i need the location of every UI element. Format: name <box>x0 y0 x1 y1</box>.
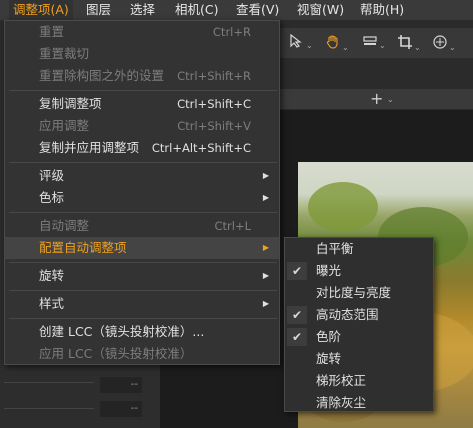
menu-item-label: 色标 <box>39 190 65 205</box>
submenu-item-label: 清除灰尘 <box>316 395 367 410</box>
menu-select[interactable]: 选择 <box>130 0 155 20</box>
menu-item-rating[interactable]: 评级 ▶ <box>5 165 279 187</box>
auto-adjust-submenu: 白平衡 ✔ 曝光 对比度与亮度 ✔ 高动态范围 ✔ 色阶 旋转 梯形校正 清除灰… <box>284 237 434 412</box>
menu-window[interactable]: 视窗(W) <box>297 0 344 20</box>
menu-item-label: 自动调整 <box>39 218 90 233</box>
menu-view[interactable]: 查看(V) <box>236 0 279 20</box>
submenu-item-levels[interactable]: ✔ 色阶 <box>285 326 433 348</box>
submenu-item-keystone[interactable]: 梯形校正 <box>285 370 433 392</box>
menu-item-label: 重置 <box>39 24 65 39</box>
menu-item-label: 复制调整项 <box>39 96 102 111</box>
menu-bar: 调整项(A) 图层 选择 相机(C) 查看(V) 视窗(W) 帮助(H) <box>0 0 473 20</box>
submenu-item-label: 色阶 <box>316 329 342 344</box>
menu-item-reset-crop[interactable]: 重置裁切 <box>5 43 279 65</box>
submenu-arrow-icon: ▶ <box>262 193 269 202</box>
submenu-item-label: 对比度与亮度 <box>316 285 392 300</box>
menu-item-label: 评级 <box>39 168 65 183</box>
value-field[interactable]: -- <box>100 401 142 417</box>
menu-item-label: 重置裁切 <box>39 46 90 61</box>
submenu-item-rotate[interactable]: 旋转 <box>285 348 433 370</box>
chevron-down-icon[interactable]: ⌄ <box>387 95 394 104</box>
menu-item-style[interactable]: 样式 ▶ <box>5 293 279 315</box>
menu-camera[interactable]: 相机(C) <box>175 0 218 20</box>
menu-item-reset[interactable]: 重置 Ctrl+R <box>5 21 279 43</box>
submenu-arrow-icon: ▶ <box>262 243 269 252</box>
menu-layers[interactable]: 图层 <box>86 0 111 20</box>
menu-item-shortcut: Ctrl+L <box>214 219 251 233</box>
level-tool-icon[interactable]: ⌄ <box>362 34 386 52</box>
hand-pan-icon[interactable]: ⌄ <box>325 34 349 54</box>
menu-item-label: 旋转 <box>39 268 65 283</box>
menu-item-configure-auto-adjust[interactable]: 配置自动调整项 ▶ <box>5 237 279 259</box>
menu-item-label: 创建 LCC（镜头投射校准）... <box>39 324 205 339</box>
menu-separator <box>9 318 277 319</box>
menu-item-shortcut: Ctrl+Alt+Shift+C <box>151 141 251 155</box>
menu-item-auto-adjust[interactable]: 自动调整 Ctrl+L <box>5 215 279 237</box>
submenu-item-contrast-brightness[interactable]: 对比度与亮度 <box>285 282 433 304</box>
menu-item-label: 样式 <box>39 296 65 311</box>
add-layer-row: + ⌄ <box>270 89 473 109</box>
menu-item-apply-lcc[interactable]: 应用 LCC（镜头投射校准） <box>5 343 279 365</box>
slider-track[interactable] <box>4 408 94 409</box>
submenu-item-label: 曝光 <box>316 263 342 278</box>
submenu-arrow-icon: ▶ <box>262 271 269 280</box>
submenu-arrow-icon: ▶ <box>262 299 269 308</box>
rotate-icon[interactable]: ⌄ <box>432 34 456 54</box>
add-icon[interactable]: + <box>370 89 383 109</box>
submenu-item-hdr[interactable]: ✔ 高动态范围 <box>285 304 433 326</box>
menu-item-shortcut: Ctrl+Shift+R <box>177 69 251 83</box>
checkmark-icon: ✔ <box>287 328 307 346</box>
submenu-item-exposure[interactable]: ✔ 曝光 <box>285 260 433 282</box>
menu-item-reset-except-composition[interactable]: 重置除构图之外的设置 Ctrl+Shift+R <box>5 65 279 87</box>
menu-item-label: 复制并应用调整项 <box>39 140 140 155</box>
menu-separator <box>9 262 277 263</box>
menu-item-color-label[interactable]: 色标 ▶ <box>5 187 279 209</box>
menu-item-shortcut: Ctrl+R <box>212 25 251 39</box>
menu-item-create-lcc[interactable]: 创建 LCC（镜头投射校准）... <box>5 321 279 343</box>
checkmark-icon: ✔ <box>287 306 307 324</box>
menu-item-apply-adjustments[interactable]: 应用调整 Ctrl+Shift+V <box>5 115 279 137</box>
menu-item-label: 应用调整 <box>39 118 90 133</box>
menu-adjustments[interactable]: 调整项(A) <box>9 0 73 20</box>
menu-item-label: 配置自动调整项 <box>39 240 127 255</box>
menu-separator <box>9 212 277 213</box>
menu-item-rotate[interactable]: 旋转 ▶ <box>5 265 279 287</box>
checkmark-icon: ✔ <box>287 262 307 280</box>
submenu-item-label: 白平衡 <box>316 241 354 256</box>
submenu-item-label: 旋转 <box>316 351 342 366</box>
submenu-item-dust-removal[interactable]: 清除灰尘 <box>285 392 433 414</box>
submenu-item-label: 高动态范围 <box>316 307 379 322</box>
crop-icon[interactable]: ⌄ <box>397 34 421 54</box>
adjustment-panel: -- -- <box>0 360 160 428</box>
value-field[interactable]: -- <box>100 377 142 393</box>
menu-separator <box>9 90 277 91</box>
submenu-item-label: 梯形校正 <box>316 373 367 388</box>
menu-item-copy-and-apply[interactable]: 复制并应用调整项 Ctrl+Alt+Shift+C <box>5 137 279 159</box>
slider-track[interactable] <box>4 382 94 383</box>
menu-item-label: 重置除构图之外的设置 <box>39 68 165 83</box>
submenu-item-white-balance[interactable]: 白平衡 <box>285 238 433 260</box>
menu-help[interactable]: 帮助(H) <box>360 0 404 20</box>
menu-item-shortcut: Ctrl+Shift+C <box>177 97 251 111</box>
menu-item-copy-adjustments[interactable]: 复制调整项 Ctrl+Shift+C <box>5 93 279 115</box>
menu-item-label: 应用 LCC（镜头投射校准） <box>39 346 193 361</box>
menu-separator <box>9 162 277 163</box>
cursor-select-icon[interactable]: ⌄ <box>289 33 313 52</box>
menu-item-shortcut: Ctrl+Shift+V <box>177 119 251 133</box>
submenu-arrow-icon: ▶ <box>262 171 269 180</box>
menu-separator <box>9 290 277 291</box>
adjustments-dropdown: 重置 Ctrl+R 重置裁切 重置除构图之外的设置 Ctrl+Shift+R 复… <box>4 20 280 365</box>
